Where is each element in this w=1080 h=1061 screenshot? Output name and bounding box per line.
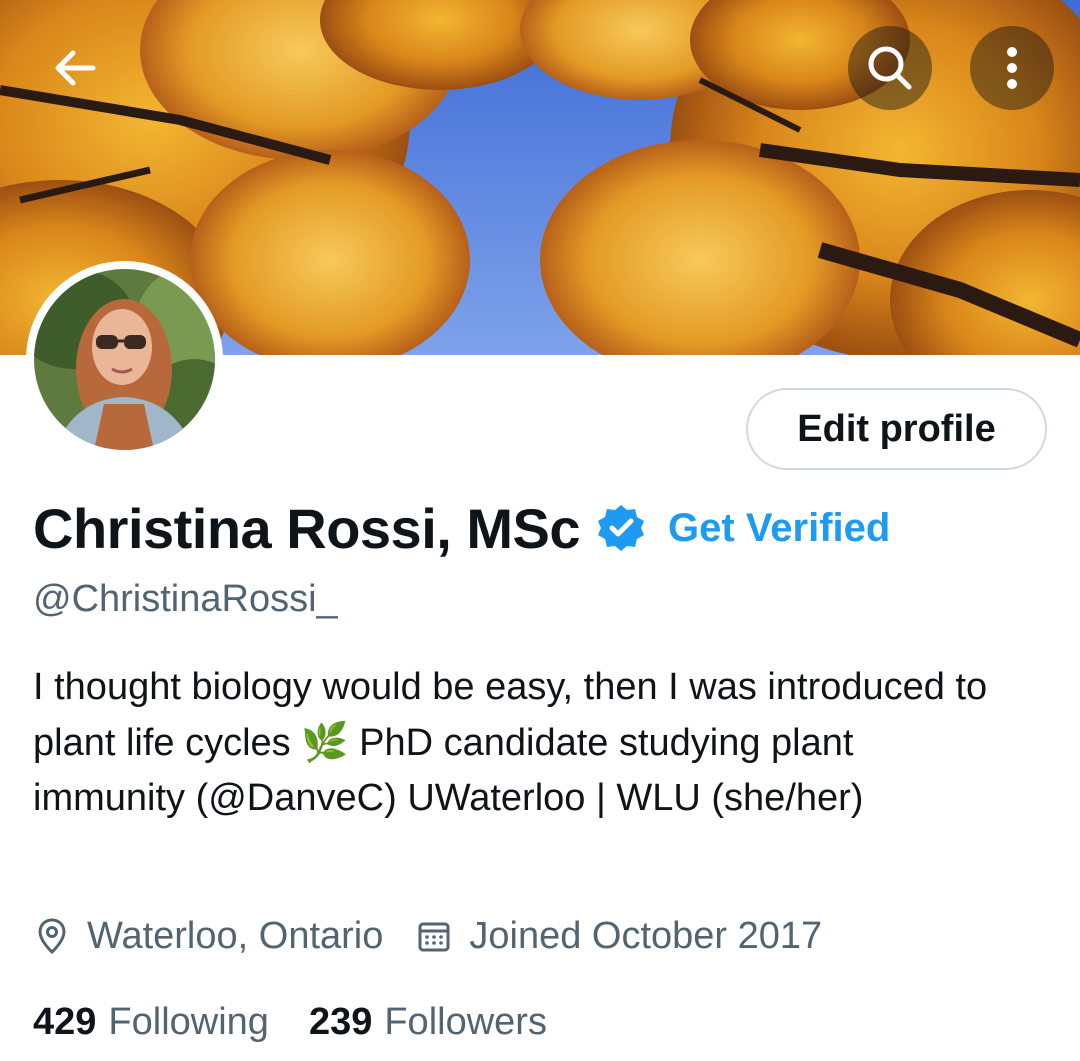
- followers-label: Followers: [384, 1000, 547, 1043]
- name-row: Christina Rossi, MSc Get Verified: [33, 496, 890, 560]
- bio-mention-link[interactable]: @DanveC: [208, 777, 384, 819]
- more-vertical-icon: [1007, 47, 1017, 89]
- following-label: Following: [108, 1000, 269, 1043]
- followers-count: 239: [308, 1000, 373, 1043]
- follow-stats: 429 Following 239 Followers: [33, 994, 547, 1050]
- get-verified-link[interactable]: Get Verified: [668, 506, 890, 551]
- location-text: Waterloo, Ontario: [87, 914, 384, 957]
- edit-profile-button[interactable]: Edit profile: [746, 388, 1047, 470]
- profile-meta: Waterloo, Ontario Joined October 2017: [33, 908, 822, 964]
- display-name: Christina Rossi, MSc: [33, 496, 581, 560]
- verified-badge-icon: [596, 503, 646, 553]
- location-pin-icon: [33, 917, 71, 955]
- back-button[interactable]: [33, 26, 117, 110]
- following-link[interactable]: 429 Following: [33, 1001, 269, 1044]
- herb-emoji: 🌿: [301, 721, 349, 764]
- search-button[interactable]: [848, 26, 932, 110]
- joined-text: Joined October 2017: [469, 914, 823, 957]
- followers-link[interactable]: 239 Followers: [309, 1001, 547, 1044]
- more-options-button[interactable]: [970, 26, 1054, 110]
- avatar[interactable]: [26, 261, 223, 458]
- arrow-left-icon: [55, 50, 96, 86]
- following-count: 429: [33, 1000, 97, 1043]
- avatar-image: [34, 269, 215, 450]
- search-icon: [868, 46, 912, 90]
- location-item: Waterloo, Ontario: [33, 915, 383, 958]
- bio-text-end: ) UWaterloo | WLU (she/her): [384, 777, 864, 819]
- calendar-icon: [415, 917, 453, 955]
- profile-bio: I thought biology would be easy, then I …: [33, 660, 993, 827]
- joined-item: Joined October 2017: [415, 915, 822, 958]
- user-handle: @ChristinaRossi_: [33, 578, 338, 620]
